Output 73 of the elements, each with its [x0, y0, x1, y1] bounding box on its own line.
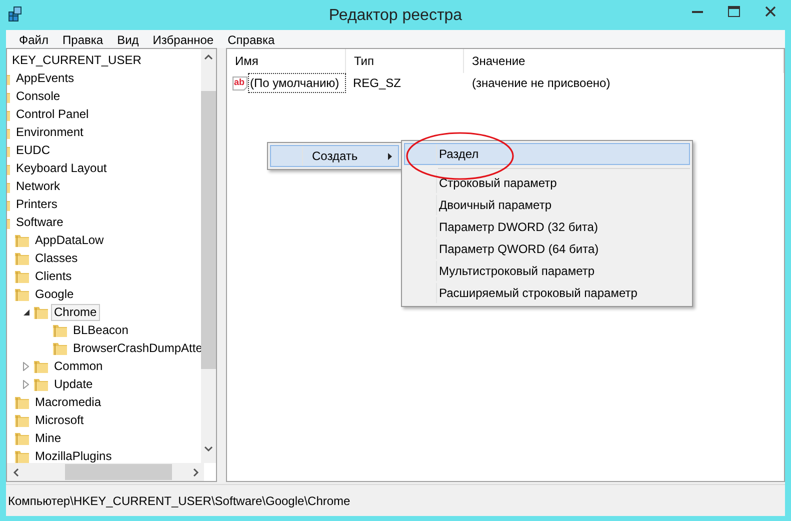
menu-item[interactable]: Файл	[12, 30, 56, 48]
tree-item[interactable]: Chrome	[51, 304, 100, 320]
column-header[interactable]: Значение	[464, 49, 784, 73]
menu-item[interactable]: Строковый параметр	[404, 172, 690, 194]
vertical-scrollbar[interactable]	[201, 49, 216, 463]
folder-icon	[52, 340, 68, 356]
tree-item[interactable]: Network	[13, 178, 64, 194]
status-path: Компьютер\HKEY_CURRENT_USER\Software\Google\Chrome	[8, 492, 350, 510]
tree-item[interactable]: Microsoft	[32, 412, 87, 428]
minimize-icon[interactable]	[692, 11, 703, 14]
value-data: (значение не присвоено)	[472, 75, 610, 92]
menu-item[interactable]: Раздел	[404, 143, 690, 165]
tree-item[interactable]: Software	[13, 214, 66, 230]
folder-icon	[33, 376, 49, 392]
menu-item[interactable]: Вид	[110, 30, 146, 48]
maximize-icon[interactable]	[728, 6, 740, 17]
tree-item[interactable]: AppDataLow	[32, 232, 107, 248]
horizontal-scrollbar[interactable]	[7, 463, 204, 481]
tree-item[interactable]: Mine	[32, 430, 64, 446]
folder-icon	[52, 322, 68, 338]
value-name[interactable]: (По умолчанию)	[248, 73, 346, 93]
menu-item[interactable]: Создать	[270, 145, 399, 167]
tree-item[interactable]: EUDC	[13, 142, 54, 158]
tree-item[interactable]: Macromedia	[32, 394, 104, 410]
tree-item[interactable]: Console	[13, 88, 64, 104]
scrollbar-thumb[interactable]	[201, 91, 216, 369]
tree-item[interactable]: BLBeacon	[70, 322, 132, 338]
collapsed-arrow-icon[interactable]	[23, 362, 29, 370]
scroll-right-icon[interactable]	[193, 468, 199, 477]
folder-icon	[14, 250, 30, 266]
menu-item[interactable]: Параметр QWORD (64 бита)	[404, 238, 690, 260]
folder-icon	[33, 358, 49, 374]
scroll-down-icon[interactable]	[204, 446, 213, 452]
menu-item[interactable]: Параметр DWORD (32 бита)	[404, 216, 690, 238]
column-header[interactable]: Имя	[227, 49, 346, 73]
tree-item[interactable]: Common	[51, 358, 106, 374]
tree-item[interactable]: Classes	[32, 250, 81, 266]
tree-item[interactable]: Environment	[13, 124, 86, 140]
folder-icon	[14, 268, 30, 284]
scrollbar-thumb[interactable]	[65, 464, 172, 480]
menu-item[interactable]: Двоичный параметр	[404, 194, 690, 216]
folder-icon	[14, 394, 30, 410]
string-value-icon: ab	[232, 75, 248, 91]
scroll-up-icon[interactable]	[204, 54, 213, 60]
menu-item[interactable]: Справка	[220, 30, 282, 48]
tree-item[interactable]: Printers	[13, 196, 60, 212]
menu-item[interactable]: Мультистроковый параметр	[404, 260, 690, 282]
folder-icon	[14, 430, 30, 446]
tree-item[interactable]: MozillaPlugins	[32, 448, 115, 463]
folder-icon	[14, 448, 30, 463]
folder-icon	[33, 304, 49, 320]
scroll-left-icon[interactable]	[13, 468, 19, 477]
folder-icon	[14, 232, 30, 248]
column-header[interactable]: Тип	[346, 49, 464, 73]
value-type: REG_SZ	[353, 75, 402, 92]
folder-icon	[14, 412, 30, 428]
tree-item[interactable]: BrowserCrashDumpAtte	[70, 340, 204, 356]
collapsed-arrow-icon[interactable]	[23, 380, 29, 388]
tree-item[interactable]: AppEvents	[13, 70, 78, 86]
tree-item[interactable]: Clients	[32, 268, 75, 284]
window-title: Редактор реестра	[328, 6, 464, 26]
close-icon[interactable]	[765, 6, 776, 17]
tree-item[interactable]: Control Panel	[13, 106, 92, 122]
tree-item[interactable]: KEY_CURRENT_USER	[9, 52, 144, 68]
folder-icon	[14, 286, 30, 302]
expanded-arrow-icon[interactable]	[22, 308, 30, 316]
menu-item[interactable]: Расширяемый строковый параметр	[404, 282, 690, 304]
tree-item[interactable]: Google	[32, 286, 77, 302]
menu-item[interactable]: Избранное	[146, 30, 221, 48]
tree-item[interactable]: Update	[51, 376, 96, 392]
app-icon	[8, 6, 24, 22]
menu-item[interactable]: Правка	[56, 30, 110, 48]
tree-item[interactable]: Keyboard Layout	[13, 160, 110, 176]
